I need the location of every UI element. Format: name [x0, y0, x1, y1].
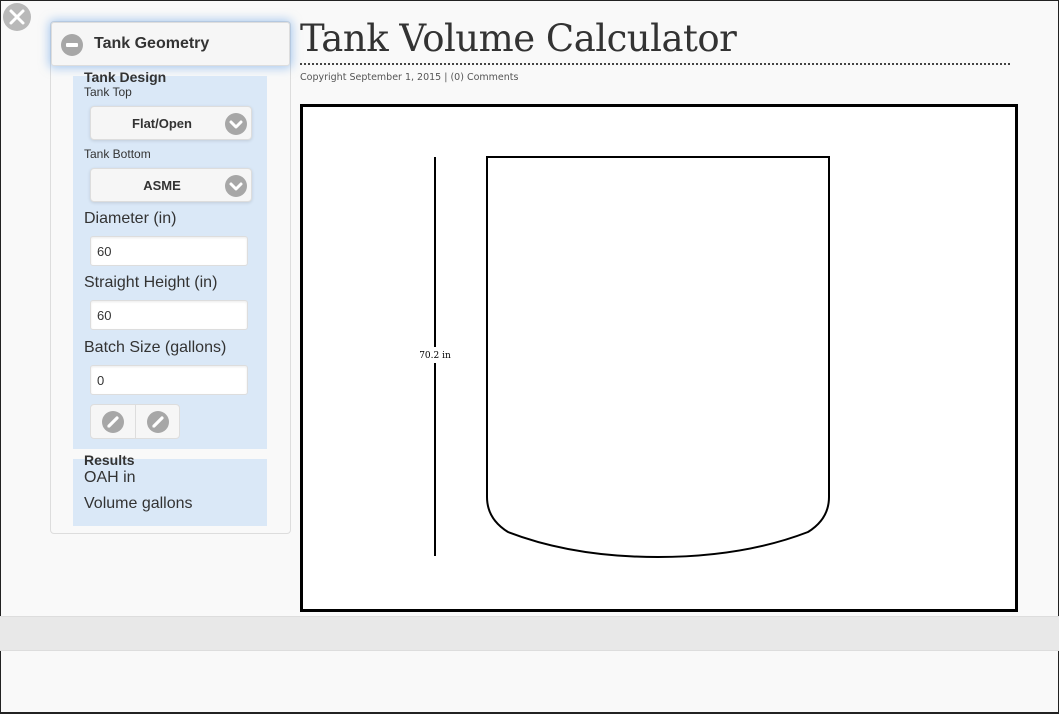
tank-drawing-canvas: 70.2 in — [300, 104, 1018, 612]
chevron-down-icon — [225, 113, 247, 135]
edit-button-group — [90, 404, 180, 439]
height-dimension-label: 70.2 in — [419, 351, 451, 361]
pencil-icon — [147, 411, 169, 433]
volume-result: Volume gallons — [84, 495, 193, 512]
tank-top-select[interactable]: Flat/Open — [90, 106, 252, 140]
diameter-input[interactable] — [90, 236, 248, 266]
results-section: Results OAH in Volume gallons — [73, 452, 267, 526]
tank-outline — [486, 156, 830, 559]
page-title: Tank Volume Calculator — [300, 17, 737, 60]
edit-button-2[interactable] — [135, 405, 180, 438]
section-title-results: Results — [84, 452, 135, 468]
straight-height-label: Straight Height (in) — [84, 274, 218, 291]
close-icon — [9, 9, 25, 25]
batch-size-label: Batch Size (gallons) — [84, 339, 227, 356]
title-divider — [300, 63, 1010, 65]
diameter-label: Diameter (in) — [84, 210, 177, 227]
chevron-down-icon — [225, 175, 247, 197]
tank-drawing: 70.2 in — [419, 156, 830, 559]
tank-top-label: Tank Top — [84, 85, 132, 99]
close-button[interactable] — [3, 3, 31, 31]
pencil-icon — [102, 411, 124, 433]
tank-bottom-selected: ASME — [143, 178, 181, 193]
panel-title: Tank Geometry — [94, 35, 210, 52]
footer-bar — [0, 616, 1059, 651]
tank-design-section: Tank Design Tank Top Flat/Open Tank Bott… — [73, 69, 267, 449]
tank-geometry-panel: Tank Geometry Tank Design Tank Top Flat/… — [50, 21, 291, 534]
panel-header-toggle[interactable]: Tank Geometry — [51, 22, 290, 66]
section-title-design: Tank Design — [84, 69, 167, 85]
tank-bottom-select[interactable]: ASME — [90, 168, 252, 202]
collapse-minus-icon — [61, 34, 83, 56]
batch-size-input[interactable] — [90, 365, 248, 395]
tank-bottom-label: Tank Bottom — [84, 147, 151, 161]
straight-height-input[interactable] — [90, 300, 248, 330]
oah-result: OAH in — [84, 469, 136, 486]
edit-button-1[interactable] — [91, 405, 135, 438]
tank-top-selected: Flat/Open — [132, 116, 192, 131]
post-meta: Copyright September 1, 2015 | (0) Commen… — [300, 72, 519, 83]
